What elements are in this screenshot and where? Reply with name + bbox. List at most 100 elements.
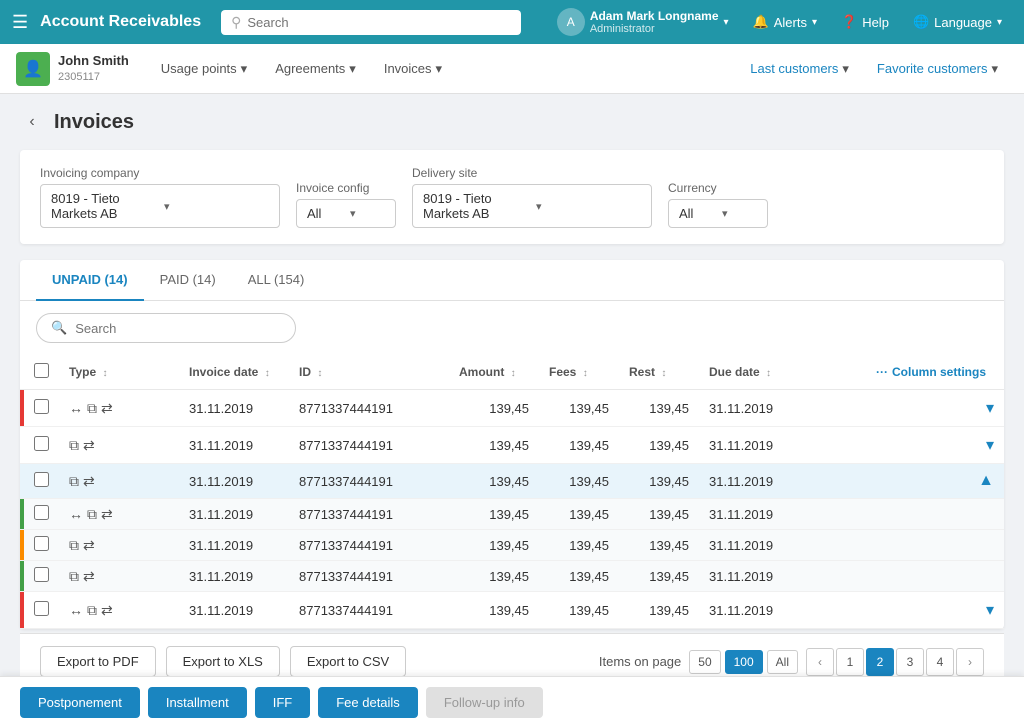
- select-all-checkbox[interactable]: [34, 363, 49, 378]
- alerts-menu[interactable]: 🔔 Alerts ▾: [743, 8, 827, 36]
- page-1-button[interactable]: 1: [836, 648, 864, 676]
- back-button[interactable]: ‹: [20, 110, 44, 134]
- row-checkbox[interactable]: [34, 536, 49, 551]
- page-3-button[interactable]: 3: [896, 648, 924, 676]
- prev-page-button[interactable]: ‹: [806, 648, 834, 676]
- sort-rest-icon[interactable]: ↕: [661, 368, 666, 379]
- row-checkbox[interactable]: [34, 567, 49, 582]
- agreements-label: Agreements: [275, 61, 345, 76]
- type-icon[interactable]: ⧉: [69, 473, 79, 490]
- export-xls-button[interactable]: Export to XLS: [166, 646, 280, 677]
- next-page-button[interactable]: ›: [956, 648, 984, 676]
- expand-button[interactable]: ▾: [986, 437, 994, 454]
- fee-details-button[interactable]: Fee details: [318, 687, 418, 718]
- export-pdf-button[interactable]: Export to PDF: [40, 646, 156, 677]
- type-icon[interactable]: ⧉: [69, 537, 79, 554]
- invoice-config-select[interactable]: All ▾: [296, 199, 396, 228]
- row-checkbox[interactable]: [34, 472, 49, 487]
- row-rest: 139,45: [619, 592, 699, 629]
- type-icon[interactable]: ⇄: [101, 506, 113, 523]
- row-expand-cell: [809, 499, 1004, 530]
- row-fees: 139,45: [539, 592, 619, 629]
- follow-up-info-button[interactable]: Follow-up info: [426, 687, 543, 718]
- user-menu[interactable]: A Adam Mark Longname Administrator ▾: [547, 2, 739, 42]
- invoices-chevron-icon: ▾: [436, 61, 443, 77]
- invoice-config-value: All: [307, 206, 342, 221]
- last-customers-menu[interactable]: Last customers ▾: [740, 55, 859, 83]
- usage-points-label: Usage points: [161, 61, 237, 76]
- hamburger-icon[interactable]: ☰: [12, 12, 28, 33]
- search-input[interactable]: [247, 15, 511, 30]
- type-icon[interactable]: ⇄: [83, 568, 95, 585]
- type-icon[interactable]: ⇄: [83, 437, 95, 454]
- language-menu[interactable]: 🌐 Language ▾: [903, 8, 1012, 36]
- delivery-site-filter: Delivery site 8019 - Tieto Markets AB ▾: [412, 166, 652, 228]
- type-icon[interactable]: ↔: [69, 602, 83, 618]
- type-icon[interactable]: ⧉: [87, 602, 97, 619]
- row-expand-cell: [809, 530, 1004, 561]
- type-icon[interactable]: ⧉: [87, 506, 97, 523]
- sort-due-icon[interactable]: ↕: [766, 368, 771, 379]
- row-checkbox[interactable]: [34, 601, 49, 616]
- customer-info: 👤 John Smith 2305117: [16, 52, 129, 86]
- page-header: ‹ Invoices: [20, 110, 1004, 134]
- row-checkbox[interactable]: [34, 505, 49, 520]
- row-invoice-date: 31.11.2019: [179, 464, 289, 499]
- type-icon[interactable]: ⇄: [101, 400, 113, 417]
- column-settings-button[interactable]: Column settings: [892, 365, 986, 379]
- type-icon[interactable]: ⧉: [69, 568, 79, 585]
- delivery-site-select[interactable]: 8019 - Tieto Markets AB ▾: [412, 184, 652, 228]
- customer-id: 2305117: [58, 70, 129, 84]
- page-size-all[interactable]: All: [767, 650, 798, 674]
- row-checkbox[interactable]: [34, 436, 49, 451]
- type-icon[interactable]: ⇄: [83, 537, 95, 554]
- page-4-button[interactable]: 4: [926, 648, 954, 676]
- installment-button[interactable]: Installment: [148, 687, 247, 718]
- table-search-input[interactable]: [75, 321, 281, 336]
- export-csv-button[interactable]: Export to CSV: [290, 646, 406, 677]
- type-icon[interactable]: ↔: [69, 400, 83, 416]
- language-icon: 🌐: [913, 14, 929, 30]
- page-2-button[interactable]: 2: [866, 648, 894, 676]
- table-row: ⧉⇄31.11.20198771337444191139,45139,45139…: [20, 530, 1004, 561]
- sort-date-icon[interactable]: ↕: [265, 368, 270, 379]
- tab-unpaid[interactable]: UNPAID (14): [36, 260, 144, 301]
- usage-points-menu[interactable]: Usage points ▾: [149, 53, 259, 85]
- expand-button[interactable]: ▾: [986, 602, 994, 619]
- collapse-button[interactable]: ▲: [978, 472, 994, 489]
- type-icon[interactable]: ⧉: [87, 400, 97, 417]
- help-menu[interactable]: ❓ Help: [831, 8, 899, 36]
- row-checkbox[interactable]: [34, 399, 49, 414]
- currency-select[interactable]: All ▾: [668, 199, 768, 228]
- postponement-button[interactable]: Postponement: [20, 687, 140, 718]
- search-box[interactable]: ⚲: [221, 10, 521, 35]
- tab-paid[interactable]: PAID (14): [144, 260, 232, 301]
- page-size-50[interactable]: 50: [689, 650, 720, 674]
- type-icon[interactable]: ⇄: [101, 602, 113, 619]
- table-search-box[interactable]: 🔍: [36, 313, 296, 343]
- sort-amount-icon[interactable]: ↕: [511, 368, 516, 379]
- agreements-menu[interactable]: Agreements ▾: [263, 53, 368, 85]
- type-icon[interactable]: ⧉: [69, 437, 79, 454]
- iff-button[interactable]: IFF: [255, 687, 311, 718]
- expand-button[interactable]: ▾: [986, 400, 994, 417]
- row-amount: 139,45: [449, 530, 539, 561]
- row-type: ⧉⇄: [59, 464, 179, 499]
- row-expand-cell: ▾: [809, 427, 1004, 464]
- type-icon[interactable]: ↔: [69, 506, 83, 522]
- sort-id-icon[interactable]: ↕: [317, 368, 322, 379]
- help-label: Help: [862, 15, 889, 30]
- table-row: ⧉⇄31.11.20198771337444191139,45139,45139…: [20, 561, 1004, 592]
- page-size-100[interactable]: 100: [725, 650, 763, 674]
- favorite-customers-menu[interactable]: Favorite customers ▾: [867, 55, 1008, 83]
- invoice-table: Type ↕ Invoice date ↕ ID ↕ Amount ↕: [20, 355, 1004, 629]
- sort-fees-icon[interactable]: ↕: [583, 368, 588, 379]
- sort-type-icon[interactable]: ↕: [102, 368, 107, 379]
- tab-all[interactable]: ALL (154): [232, 260, 321, 301]
- invoices-menu[interactable]: Invoices ▾: [372, 53, 454, 85]
- row-fees: 139,45: [539, 390, 619, 427]
- agreements-chevron-icon: ▾: [349, 61, 356, 77]
- type-icon[interactable]: ⇄: [83, 473, 95, 490]
- invoicing-company-select[interactable]: 8019 - Tieto Markets AB ▾: [40, 184, 280, 228]
- currency-value: All: [679, 206, 714, 221]
